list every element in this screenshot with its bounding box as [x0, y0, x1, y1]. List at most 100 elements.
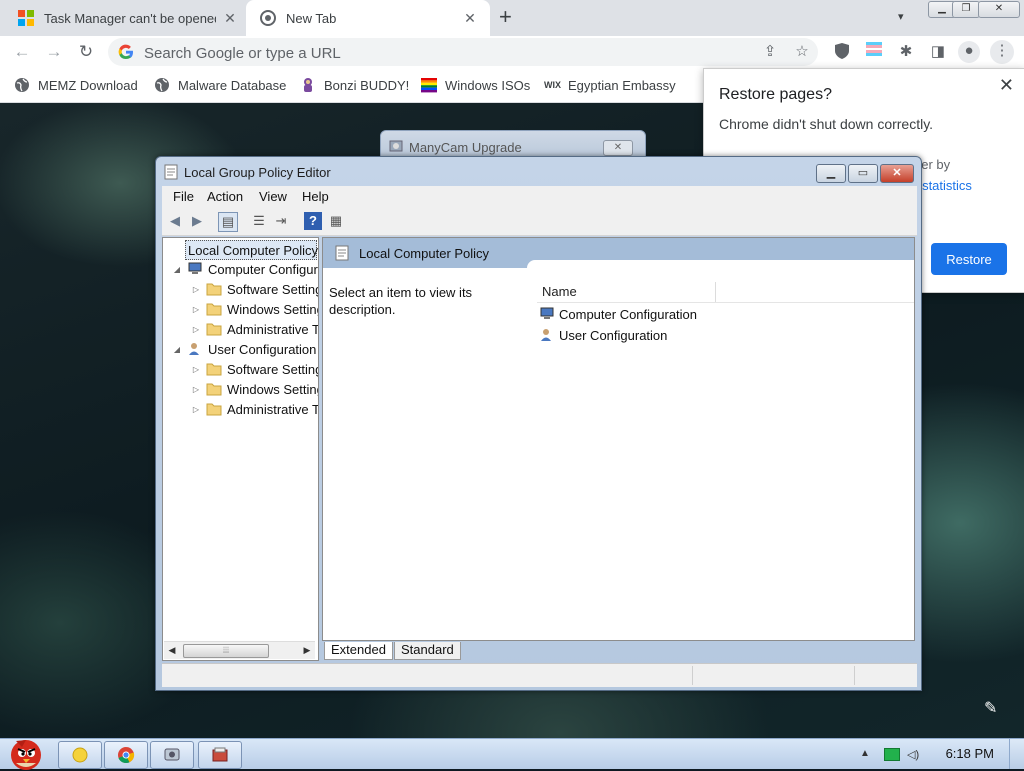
details-header-title: Local Computer Policy — [359, 246, 490, 261]
expand-arrow-icon[interactable]: ▷ — [190, 305, 202, 314]
start-angry-bird-icon[interactable] — [2, 731, 50, 771]
extensions-puzzle-icon[interactable]: ✱ — [896, 42, 916, 62]
maximize-button[interactable]: ❐ — [952, 1, 980, 18]
expand-arrow-icon[interactable]: ▷ — [190, 365, 202, 374]
tree-item-software-settings[interactable]: ▷ Software Settings — [190, 360, 318, 378]
scroll-left-icon[interactable]: ◀ — [165, 643, 179, 658]
expand-arrow-icon[interactable]: ▷ — [190, 285, 202, 294]
bookmark-egyptian-embassy[interactable]: WIX Egyptian Embassy — [544, 76, 676, 94]
tree-item-administrative-templates[interactable]: ▷ Administrative Templates — [190, 320, 318, 338]
taskbar: ▲ ◁) 6:18 PM — [0, 738, 1024, 770]
column-header-name[interactable]: Name — [542, 284, 577, 299]
tree-label: Windows Settings — [227, 381, 318, 397]
menu-action[interactable]: Action — [207, 189, 243, 204]
maximize-button[interactable]: ▭ — [848, 164, 878, 183]
menu-view[interactable]: View — [259, 189, 287, 204]
battery-icon[interactable] — [884, 748, 900, 761]
taskbar-manycam-button[interactable] — [150, 741, 194, 769]
scroll-right-icon[interactable]: ▶ — [300, 643, 314, 658]
extension-flag-icon[interactable] — [864, 42, 884, 62]
tree-item-software-settings[interactable]: ▷ Software Settings — [190, 280, 318, 298]
folder-icon — [206, 323, 222, 336]
column-separator[interactable] — [715, 282, 716, 302]
bookmark-malware-database[interactable]: Malware Database — [154, 76, 286, 94]
list-item-label: Computer Configuration — [559, 306, 698, 322]
back-arrow-icon[interactable]: ◀ — [166, 212, 184, 230]
restore-button[interactable]: Restore — [931, 243, 1007, 275]
forward-arrow-icon[interactable]: ▶ — [188, 212, 206, 230]
group-policy-editor-window: Local Group Policy Editor ▁ ▭ ✕ File Act… — [155, 156, 922, 691]
list-item-computer-configuration[interactable]: Computer Configuration — [539, 305, 697, 323]
collapse-arrow-icon[interactable]: ◢ — [171, 345, 183, 354]
popup-close-icon[interactable]: ✕ — [999, 75, 1014, 96]
forward-arrow-icon[interactable]: → — [42, 40, 66, 64]
tab-close-icon[interactable]: ✕ — [462, 10, 478, 26]
tree-item-user-configuration[interactable]: ◢ User Configuration — [171, 340, 316, 358]
taskbar-gpedit-button[interactable] — [198, 741, 242, 769]
folder-icon — [206, 283, 222, 296]
taskbar-chrome-button[interactable] — [104, 741, 148, 769]
close-button[interactable]: ✕ — [880, 164, 914, 183]
chrome-toolbar: ← → ↻ ⇪ ☆ ✱ ◨ ● ⋮ — [0, 36, 1024, 68]
menu-file[interactable]: File — [173, 189, 194, 204]
collapse-arrow-icon[interactable]: ◢ — [171, 265, 183, 274]
tree-item-windows-settings[interactable]: ▷ Windows Settings — [190, 380, 318, 398]
close-button[interactable]: ✕ — [978, 1, 1020, 18]
minimize-button[interactable]: ▁ — [816, 164, 846, 183]
side-panel-icon[interactable]: ◨ — [928, 42, 948, 62]
tab-new-tab[interactable]: New Tab ✕ — [246, 0, 490, 36]
bookmark-memz[interactable]: MEMZ Download — [14, 76, 138, 94]
profile-avatar-icon[interactable]: ● — [958, 41, 980, 63]
tree-label: User Configuration — [208, 341, 317, 357]
bookmark-star-icon[interactable]: ☆ — [792, 42, 812, 62]
windows-logo-icon — [18, 10, 34, 26]
export-list-icon[interactable]: ⇥ — [272, 212, 290, 230]
reload-icon[interactable]: ↻ — [74, 40, 98, 64]
tree-item-local-computer-policy[interactable]: Local Computer Policy — [185, 240, 318, 260]
share-icon[interactable]: ⇪ — [760, 42, 780, 62]
address-input[interactable] — [142, 41, 746, 65]
tree-item-windows-settings[interactable]: ▷ Windows Settings — [190, 300, 318, 318]
tab-standard[interactable]: Standard — [394, 642, 461, 660]
show-desktop-button[interactable] — [1009, 739, 1024, 769]
show-hide-tree-icon[interactable]: ▤ — [218, 212, 238, 232]
tab-title: New Tab — [286, 10, 337, 26]
bookmark-label: Windows ISOs — [445, 77, 531, 93]
menu-help[interactable]: Help — [302, 189, 329, 204]
scroll-thumb[interactable]: ⦙⦙⦙ — [183, 644, 269, 658]
toolbar: ◀ ▶ ▤ ☰ ⇥ ? ▦ — [162, 207, 917, 236]
help-icon[interactable]: ? — [304, 212, 322, 230]
expand-arrow-icon[interactable]: ▷ — [190, 385, 202, 394]
back-arrow-icon[interactable]: ← — [10, 40, 34, 64]
taskbar-explorer-button[interactable] — [58, 741, 102, 769]
close-button[interactable]: ✕ — [603, 140, 633, 156]
bookmark-bonzi-buddy[interactable]: Bonzi BUDDY! — [300, 76, 409, 94]
expand-arrow-icon[interactable]: ▷ — [190, 405, 202, 414]
tab-search-chevron-icon[interactable]: ▾ — [898, 10, 904, 23]
tab-extended[interactable]: Extended — [324, 642, 393, 660]
tree-item-administrative-templates[interactable]: ▷ Administrative Templates — [190, 400, 319, 418]
filter-view-icon[interactable]: ▦ — [327, 212, 345, 230]
wix-icon: WIX — [544, 80, 561, 90]
properties-icon[interactable]: ☰ — [250, 212, 268, 230]
status-divider — [692, 666, 693, 685]
tab-close-icon[interactable]: ✕ — [222, 10, 238, 26]
popup-message: Chrome didn't shut down correctly. — [719, 116, 934, 132]
google-g-icon — [118, 44, 133, 60]
tray-expand-icon[interactable]: ▲ — [860, 748, 870, 759]
expand-arrow-icon[interactable]: ▷ — [190, 325, 202, 334]
bookmark-windows-isos[interactable]: Windows ISOs — [421, 76, 530, 94]
horizontal-scrollbar[interactable]: ◀ ⦙⦙⦙ ▶ — [164, 641, 315, 659]
volume-icon[interactable]: ◁) — [907, 748, 921, 761]
menu-kebab-icon[interactable]: ⋮ — [990, 40, 1014, 64]
ublock-icon[interactable] — [832, 42, 852, 62]
taskbar-clock[interactable]: 6:18 PM — [946, 746, 994, 761]
list-item-user-configuration[interactable]: User Configuration — [539, 326, 667, 344]
new-tab-button[interactable]: + — [499, 6, 512, 28]
tree-item-computer-configuration[interactable]: ◢ Computer Configuration — [171, 260, 318, 278]
tree-label: Administrative Templates — [227, 401, 319, 417]
tab-task-manager[interactable]: Task Manager can't be opened ✕ — [0, 0, 246, 36]
computer-icon — [540, 307, 554, 319]
pencil-icon[interactable]: ✎ — [984, 698, 1002, 717]
omnibox[interactable] — [108, 38, 818, 66]
